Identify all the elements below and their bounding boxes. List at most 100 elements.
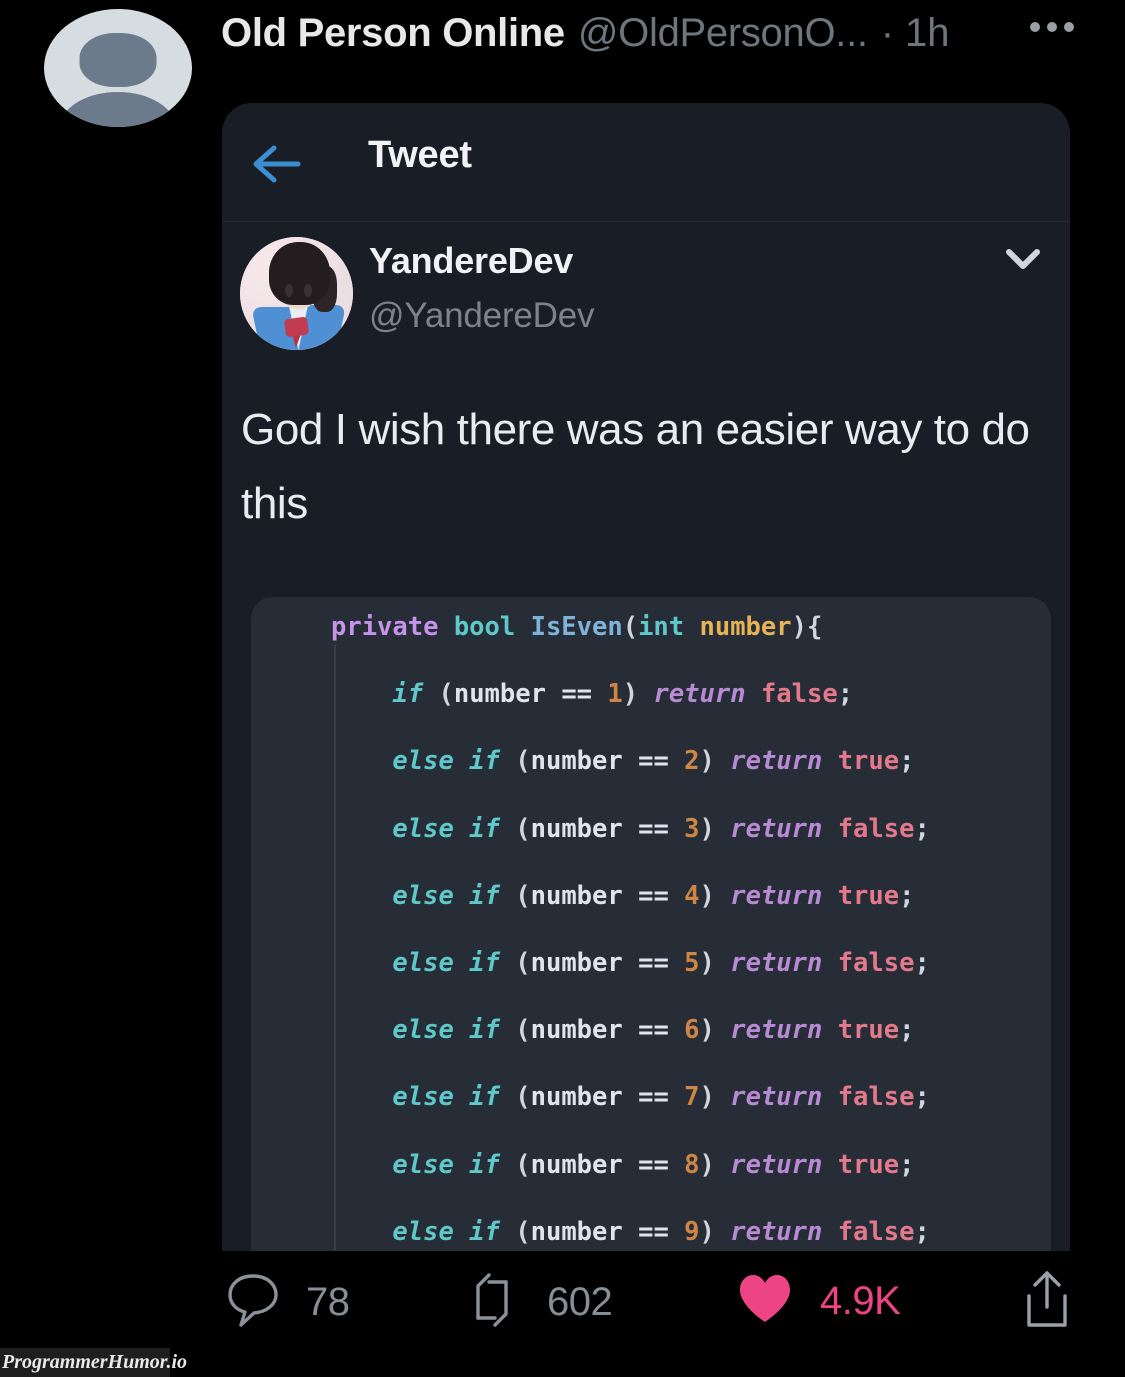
dot <box>1030 22 1040 32</box>
code-token: ( <box>438 679 454 710</box>
code-token: return <box>730 1015 838 1046</box>
code-token: ( <box>515 880 531 911</box>
code-token: ) <box>699 1015 731 1046</box>
tweet-author-row: YandereDev @YandereDev <box>222 222 1070 372</box>
code-token: ; <box>914 813 930 844</box>
anime-girl-avatar-icon[interactable] <box>240 237 353 350</box>
code-token: ( <box>515 1149 531 1180</box>
code-token: false <box>760 679 838 710</box>
code-token: else if <box>392 880 516 911</box>
code-token: else if <box>392 1082 516 1113</box>
outer-tweet-identity: Old Person Online @OldPersonO... · 1h <box>221 11 950 56</box>
code-token: return <box>730 746 838 777</box>
avatar-bow <box>284 316 309 338</box>
watermark-text: ProgrammerHumor.io <box>2 1351 188 1373</box>
code-token: return <box>653 679 761 710</box>
heart-filled-icon <box>736 1272 794 1331</box>
page-title: Tweet <box>368 134 472 176</box>
code-line: else if (number == 3) return false; <box>331 813 945 847</box>
more-horizontal-icon[interactable] <box>1030 22 1074 32</box>
code-token: ( <box>515 1015 531 1046</box>
outer-separator: · <box>880 11 895 55</box>
code-screenshot-image[interactable]: private bool IsEven(int number){ if (num… <box>251 597 1051 1251</box>
code-token: return <box>730 1082 838 1113</box>
share-upload-icon <box>1020 1268 1074 1335</box>
code-listing: private bool IsEven(int number){ if (num… <box>331 611 945 1251</box>
code-token: int <box>638 612 700 642</box>
code-token: bool <box>453 612 531 642</box>
code-token: else if <box>392 1015 516 1046</box>
code-line: else if (number == 7) return false; <box>331 1081 945 1115</box>
code-token: false <box>837 1082 915 1113</box>
avatar-hair <box>269 241 331 305</box>
code-token: ) <box>622 679 654 710</box>
code-token: else if <box>392 947 516 978</box>
back-arrow-icon[interactable] <box>252 142 310 186</box>
code-token: ; <box>914 947 930 978</box>
author-display-name[interactable]: YandereDev <box>369 240 573 282</box>
code-token: ; <box>914 1082 930 1113</box>
code-token: else if <box>392 746 516 777</box>
code-token: false <box>837 813 915 844</box>
code-token: ; <box>899 1015 915 1046</box>
reply-bubble-icon <box>226 1272 280 1333</box>
code-token: ) <box>699 1082 731 1113</box>
code-clip-fade <box>251 1233 1051 1251</box>
author-handle[interactable]: @YandereDev <box>369 296 595 336</box>
retweet-button[interactable]: 602 <box>463 1272 613 1333</box>
code-token: == <box>622 1149 685 1180</box>
code-token: IsEven <box>530 612 623 642</box>
code-token: 3 <box>684 813 700 844</box>
reply-button[interactable]: 78 <box>226 1272 350 1333</box>
code-token: number <box>453 679 546 710</box>
code-token: return <box>730 947 838 978</box>
code-line: else if (number == 2) return true; <box>331 745 945 779</box>
code-token: number <box>530 1015 623 1046</box>
code-token: ) <box>699 746 731 777</box>
code-token: number <box>530 1082 623 1113</box>
retweet-icon <box>463 1272 521 1333</box>
code-token: number <box>530 880 623 911</box>
avatar-head-shape <box>79 32 157 87</box>
code-line: else if (number == 8) return true; <box>331 1149 945 1183</box>
code-token: ( <box>622 612 639 642</box>
outer-handle[interactable]: @OldPersonO... <box>578 11 868 56</box>
outer-display-name[interactable]: Old Person Online <box>221 11 565 56</box>
code-token: ; <box>899 1149 915 1180</box>
code-token: ) <box>699 813 731 844</box>
code-token: number <box>530 1149 623 1180</box>
code-token: ; <box>899 880 915 911</box>
share-button[interactable] <box>1020 1268 1074 1335</box>
code-token: == <box>622 1082 685 1113</box>
code-token: 4 <box>684 880 700 911</box>
code-token: true <box>837 1149 900 1180</box>
default-person-avatar-icon[interactable] <box>44 9 192 127</box>
tweet-body-text: God I wish there was an easier way to do… <box>241 405 1030 528</box>
code-token: == <box>545 679 608 710</box>
code-token: ) <box>699 947 731 978</box>
tweet-detail-topbar: Tweet <box>222 103 1070 222</box>
code-line: private bool IsEven(int number){ <box>331 611 945 645</box>
code-line: else if (number == 6) return true; <box>331 1014 945 1048</box>
chevron-down-icon[interactable] <box>1000 242 1046 276</box>
code-token: ) <box>699 880 731 911</box>
code-token: else if <box>392 1149 516 1180</box>
code-token: number <box>530 947 623 978</box>
source-watermark: ProgrammerHumor.io <box>0 1348 187 1377</box>
code-token: == <box>622 947 685 978</box>
code-token: number <box>699 612 792 642</box>
avatar-eye-left <box>285 284 294 297</box>
code-token: 2 <box>684 746 700 777</box>
code-token: 8 <box>684 1149 700 1180</box>
retweet-count: 602 <box>547 1280 613 1324</box>
code-line: else if (number == 4) return true; <box>331 880 945 914</box>
embedded-tweet-screenshot: Tweet YandereDev @YandereDev God I wish … <box>222 103 1070 1251</box>
outer-timestamp[interactable]: 1h <box>905 11 950 56</box>
like-button[interactable]: 4.9K <box>736 1272 901 1331</box>
